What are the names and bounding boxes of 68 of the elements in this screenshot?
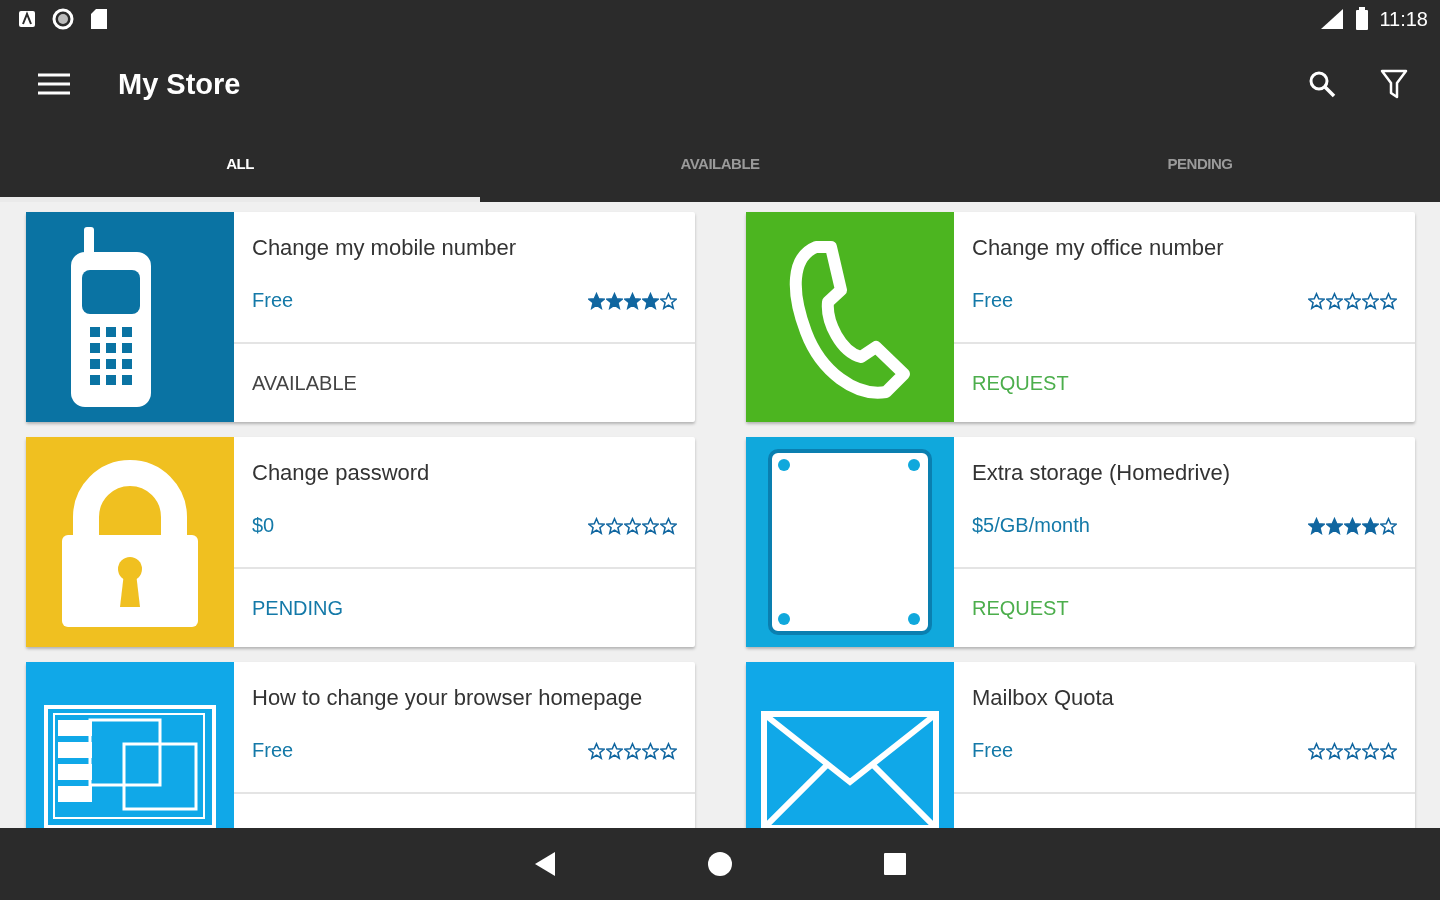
empty-star-icon: [660, 291, 677, 310]
empty-star-icon: [1326, 741, 1343, 760]
filled-star-icon: [606, 291, 623, 310]
empty-star-icon: [588, 516, 605, 535]
recents-icon[interactable]: [883, 852, 907, 876]
item-price: $0: [252, 514, 275, 537]
store-item-card[interactable]: Extra storage (Homedrive) $5/GB/month REQUEST: [746, 437, 1415, 647]
battery-icon: [1355, 7, 1370, 31]
item-title: Extra storage (Homedrive): [972, 460, 1231, 486]
filled-star-icon: [642, 291, 659, 310]
filled-star-icon: [1362, 516, 1379, 535]
empty-star-icon: [1344, 741, 1361, 760]
empty-star-icon: [1362, 741, 1379, 760]
sd-card-icon: [90, 8, 108, 30]
empty-star-icon: [606, 516, 623, 535]
empty-star-icon: [1326, 291, 1343, 310]
empty-star-icon: [1308, 741, 1325, 760]
home-icon[interactable]: [707, 851, 733, 877]
item-title: Mailbox Quota: [972, 685, 1115, 711]
tab[interactable]: PENDING: [960, 130, 1440, 202]
item-price: Free: [252, 739, 294, 762]
item-price: Free: [972, 739, 1014, 762]
empty-star-icon: [1362, 291, 1379, 310]
empty-star-icon: [624, 516, 641, 535]
notification-icon: [18, 10, 36, 28]
search-icon[interactable]: [1308, 70, 1336, 98]
store-item-card[interactable]: How to change your browser homepage Free: [26, 662, 695, 828]
filled-star-icon: [1326, 516, 1343, 535]
empty-star-icon: [1380, 516, 1397, 535]
empty-star-icon: [642, 741, 659, 760]
filter-icon[interactable]: [1380, 69, 1408, 99]
item-status: AVAILABLE: [252, 371, 357, 395]
filled-star-icon: [624, 291, 641, 310]
signal-icon: [1319, 8, 1346, 30]
filled-star-icon: [1308, 516, 1325, 535]
item-status: REQUEST: [972, 596, 1069, 620]
empty-star-icon: [606, 741, 623, 760]
filled-star-icon: [1344, 516, 1361, 535]
circle-icon: [52, 8, 74, 30]
tab[interactable]: AVAILABLE: [480, 130, 960, 202]
item-price: Free: [252, 289, 294, 312]
item-status: REQUEST: [972, 371, 1069, 395]
empty-star-icon: [1344, 291, 1361, 310]
store-item-card[interactable]: Change my mobile number Free AVAILABLE: [26, 212, 695, 422]
back-icon[interactable]: [533, 851, 557, 877]
empty-star-icon: [660, 516, 677, 535]
empty-star-icon: [660, 741, 677, 760]
store-item-card[interactable]: Mailbox Quota Free: [746, 662, 1415, 828]
status-time: 11:18: [1379, 7, 1428, 31]
filled-star-icon: [588, 291, 605, 310]
tab[interactable]: ALL: [0, 130, 480, 202]
store-item-card[interactable]: Change my office number Free REQUEST: [746, 212, 1415, 422]
item-title: How to change your browser homepage: [252, 685, 644, 711]
item-title: Change my mobile number: [252, 235, 518, 261]
empty-star-icon: [1308, 291, 1325, 310]
item-status: PENDING: [252, 596, 344, 620]
store-item-card[interactable]: Change password $0 PENDING: [26, 437, 695, 647]
empty-star-icon: [642, 516, 659, 535]
app-title: My Store: [118, 67, 242, 101]
item-price: Free: [972, 289, 1014, 312]
item-title: Change password: [252, 460, 431, 486]
empty-star-icon: [1380, 291, 1397, 310]
empty-star-icon: [624, 741, 641, 760]
item-price: $5/GB/month: [972, 514, 1090, 537]
menu-icon[interactable]: [38, 73, 70, 95]
empty-star-icon: [1380, 741, 1397, 760]
empty-star-icon: [588, 741, 605, 760]
item-title: Change my office number: [972, 235, 1225, 261]
